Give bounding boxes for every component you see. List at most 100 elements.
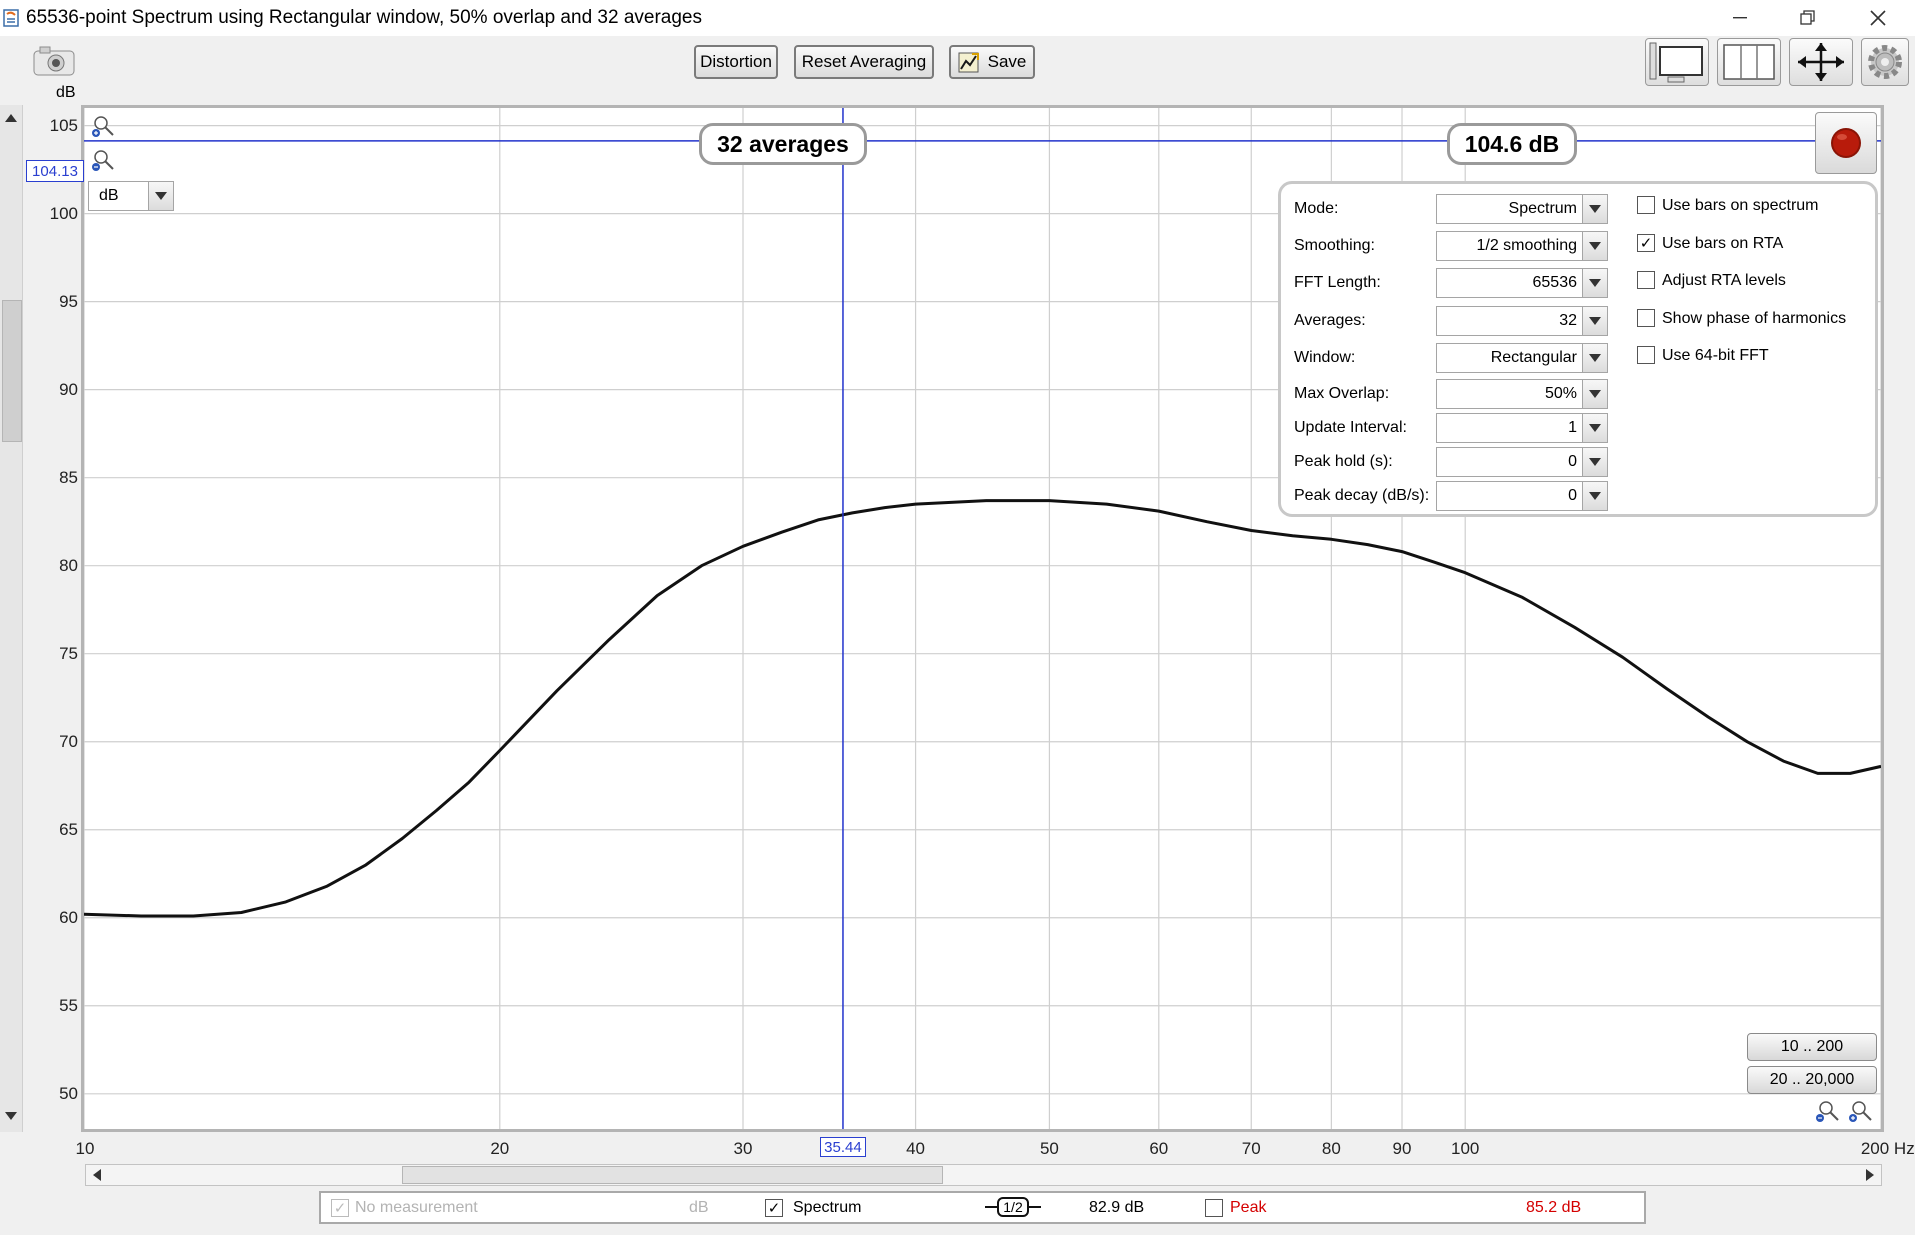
- reset-averaging-button[interactable]: Reset Averaging: [794, 45, 934, 79]
- camera-icon: [33, 46, 75, 76]
- minimize-button[interactable]: [1710, 0, 1770, 36]
- setting-label: Averages:: [1294, 312, 1366, 329]
- setting-select[interactable]: 32: [1436, 306, 1608, 336]
- scroll-down-button[interactable]: [2, 1105, 20, 1127]
- setting-checkbox-label: Use bars on RTA: [1662, 235, 1784, 252]
- level-badge: 104.6 dB: [1447, 123, 1577, 165]
- zoom-in-x-button[interactable]: [1847, 1098, 1873, 1124]
- scroll-right-button[interactable]: [1861, 1167, 1879, 1183]
- chevron-down-icon: [1589, 242, 1601, 250]
- window-title: 65536-point Spectrum using Rectangular w…: [26, 7, 702, 28]
- setting-select-arrow[interactable]: [1582, 195, 1607, 223]
- x-scrollbar[interactable]: [85, 1164, 1882, 1186]
- fit-axes-button[interactable]: [1789, 38, 1853, 86]
- restore-button[interactable]: [1778, 0, 1838, 36]
- expand-arrows-icon: [1798, 43, 1844, 81]
- x-tick-label: 60: [1149, 1139, 1169, 1158]
- setting-select[interactable]: Spectrum: [1436, 194, 1608, 224]
- camera-capture-button[interactable]: [30, 44, 78, 78]
- unit-select-arrow[interactable]: [148, 182, 173, 210]
- setting-select-arrow[interactable]: [1582, 414, 1607, 442]
- record-button[interactable]: [1815, 112, 1877, 174]
- gear-icon: [1868, 45, 1902, 79]
- chevron-down-icon: [155, 192, 167, 200]
- setting-checkbox[interactable]: [1637, 346, 1655, 364]
- split-view-button[interactable]: [1717, 38, 1781, 86]
- display-layout-icon: [1649, 42, 1703, 83]
- setting-checkbox-label: Use 64-bit FFT: [1662, 347, 1769, 364]
- y-scrollbar[interactable]: [0, 105, 23, 1132]
- setting-select[interactable]: 0: [1436, 481, 1608, 511]
- zoom-out-y-button[interactable]: [92, 148, 116, 172]
- setting-label: Peak decay (dB/s):: [1294, 487, 1430, 504]
- chevron-down-icon: [1589, 492, 1601, 500]
- graph-layout-button[interactable]: [1645, 38, 1709, 86]
- range-10-200-button[interactable]: 10 .. 200: [1747, 1033, 1877, 1061]
- setting-select-arrow[interactable]: [1582, 380, 1607, 408]
- scroll-left-button[interactable]: [88, 1167, 106, 1183]
- status-bar: ✓ No measurement dB ✓ Spectrum 1/2 82.9 …: [319, 1191, 1646, 1224]
- setting-value: 50%: [1544, 385, 1577, 402]
- chevron-down-icon: [1589, 424, 1601, 432]
- y-tick-label: 50: [59, 1083, 78, 1103]
- y-tick-label: 105: [49, 115, 78, 135]
- setting-select[interactable]: 50%: [1436, 379, 1608, 409]
- setting-checkbox[interactable]: ✓: [1637, 234, 1655, 252]
- setting-checkbox[interactable]: [1637, 309, 1655, 327]
- zoom-in-y-button[interactable]: [92, 114, 116, 138]
- setting-select-arrow[interactable]: [1582, 482, 1607, 510]
- measurement-label: No measurement: [355, 1199, 478, 1216]
- distortion-button[interactable]: Distortion: [694, 45, 778, 79]
- setting-select[interactable]: 1: [1436, 413, 1608, 443]
- chevron-down-icon: [1589, 354, 1601, 362]
- peak-checkbox[interactable]: [1205, 1199, 1223, 1217]
- range-20-20000-button[interactable]: 20 .. 20,000: [1747, 1066, 1877, 1094]
- y-scroll-thumb[interactable]: [2, 300, 22, 442]
- smoothing-tag[interactable]: 1/2: [997, 1197, 1029, 1217]
- y-tick-label: 70: [59, 731, 78, 751]
- java-app-icon: [3, 6, 21, 28]
- x-tick-label: 40: [906, 1139, 926, 1158]
- measurement-checkbox[interactable]: ✓: [331, 1199, 349, 1217]
- preferences-button[interactable]: [1861, 38, 1909, 86]
- chevron-down-icon: [1589, 390, 1601, 398]
- setting-select-arrow[interactable]: [1582, 344, 1607, 372]
- setting-select[interactable]: Rectangular: [1436, 343, 1608, 373]
- setting-checkbox-label: Use bars on spectrum: [1662, 197, 1819, 214]
- x-tick-label: 70: [1241, 1139, 1261, 1158]
- y-tick-label: 95: [59, 291, 78, 311]
- setting-value: 1: [1568, 419, 1577, 436]
- y-tick-label: 55: [59, 995, 78, 1015]
- setting-select[interactable]: 65536: [1436, 268, 1608, 298]
- setting-select-arrow[interactable]: [1582, 307, 1607, 335]
- x-tick-label: 100: [1451, 1139, 1480, 1158]
- setting-select-arrow[interactable]: [1582, 448, 1607, 476]
- minimize-icon: [1733, 17, 1747, 19]
- save-button[interactable]: Save: [949, 45, 1035, 79]
- setting-checkbox[interactable]: [1637, 196, 1655, 214]
- setting-value: 0: [1568, 487, 1577, 504]
- setting-select-arrow[interactable]: [1582, 269, 1607, 297]
- close-window-button[interactable]: [1848, 0, 1908, 36]
- x-tick-label: 10: [75, 1139, 95, 1158]
- peak-label: Peak: [1230, 1199, 1267, 1216]
- cursor-y-readout: 104.13: [26, 160, 84, 182]
- arrow-right-icon: [1866, 1169, 1874, 1181]
- chevron-down-icon: [1589, 205, 1601, 213]
- setting-select[interactable]: 1/2 smoothing: [1436, 231, 1608, 261]
- y-tick-label: 90: [59, 379, 78, 399]
- arrow-left-icon: [93, 1169, 101, 1181]
- measurement-unit: dB: [689, 1199, 709, 1216]
- x-scroll-thumb[interactable]: [402, 1166, 943, 1184]
- setting-value: 32: [1559, 312, 1577, 329]
- setting-select-arrow[interactable]: [1582, 232, 1607, 260]
- setting-select[interactable]: 0: [1436, 447, 1608, 477]
- spectrum-checkbox[interactable]: ✓: [765, 1199, 783, 1217]
- peak-value: 85.2 dB: [1526, 1199, 1582, 1216]
- x-tick-label: 90: [1392, 1139, 1412, 1158]
- zoom-out-x-button[interactable]: [1814, 1098, 1840, 1124]
- setting-checkbox[interactable]: [1637, 271, 1655, 289]
- x-tick-label: 200 Hz: [1860, 1139, 1915, 1158]
- unit-select[interactable]: dB: [88, 181, 174, 211]
- restore-icon: [1800, 10, 1815, 25]
